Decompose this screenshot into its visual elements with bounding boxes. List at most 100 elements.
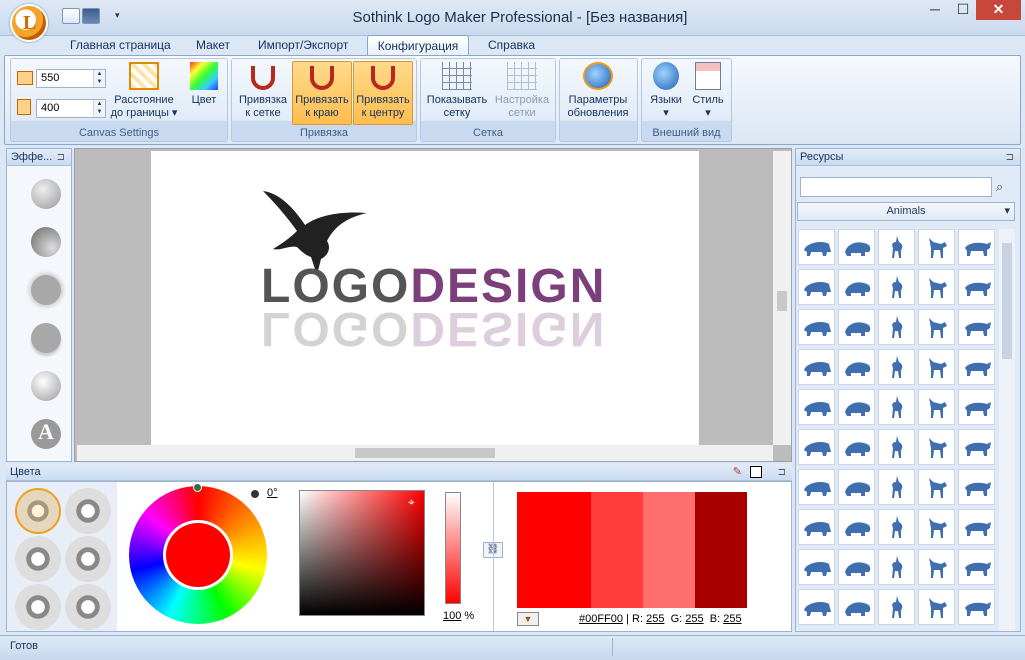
tab-layout[interactable]: Макет — [188, 35, 238, 55]
maximize-button[interactable]: ☐ — [946, 0, 980, 20]
animal-resource-icon[interactable] — [918, 269, 955, 305]
animal-resource-icon[interactable] — [918, 229, 955, 265]
animal-resource-icon[interactable] — [958, 429, 995, 465]
resources-search-input[interactable] — [800, 177, 992, 197]
animal-resource-icon[interactable] — [878, 229, 915, 265]
snap-to-edge-button[interactable]: Привязать к краю — [292, 61, 352, 125]
show-grid-button[interactable]: Показывать сетку — [424, 62, 490, 120]
animal-resource-icon[interactable] — [918, 509, 955, 545]
qat-customize-icon[interactable]: ▾ — [115, 10, 120, 21]
hscroll-thumb[interactable] — [355, 448, 495, 458]
update-settings-button[interactable]: Параметры обновления — [562, 62, 634, 120]
animal-resource-icon[interactable] — [918, 389, 955, 425]
animal-resource-icon[interactable] — [798, 469, 835, 505]
animal-resource-icon[interactable] — [798, 229, 835, 265]
effect-bevel-1[interactable] — [31, 179, 61, 209]
animal-resource-icon[interactable] — [838, 229, 875, 265]
style-button[interactable]: Стиль ▾ — [688, 62, 728, 120]
color-wheel[interactable] — [129, 483, 267, 624]
animal-resource-icon[interactable] — [878, 549, 915, 585]
height-spinner[interactable]: ▲ ▼ — [93, 100, 105, 117]
swatch-4[interactable] — [695, 492, 747, 608]
fill-type-1[interactable] — [15, 488, 61, 534]
canvas-page[interactable]: LOGODESIGN LOGODESIGN — [151, 151, 699, 445]
tab-configuration[interactable]: Конфигурация — [367, 35, 469, 55]
swatch-1[interactable] — [517, 492, 592, 608]
animal-resource-icon[interactable] — [878, 509, 915, 545]
animal-resource-icon[interactable] — [798, 589, 835, 625]
animal-resource-icon[interactable] — [918, 349, 955, 385]
animal-resource-icon[interactable] — [878, 349, 915, 385]
search-icon[interactable]: ⌕ — [996, 179, 1003, 195]
save-icon[interactable] — [82, 8, 100, 24]
app-menu-logo-button[interactable]: L — [10, 4, 48, 42]
effect-gradient[interactable] — [31, 371, 61, 401]
animal-resource-icon[interactable] — [958, 549, 995, 585]
animal-resource-icon[interactable] — [918, 309, 955, 345]
swatch-2[interactable] — [591, 492, 644, 608]
animal-resource-icon[interactable] — [878, 389, 915, 425]
animal-resource-icon[interactable] — [958, 229, 995, 265]
resources-scrollbar[interactable] — [999, 229, 1015, 631]
hex-value[interactable]: #00FF00 — [579, 613, 623, 625]
languages-button[interactable]: Языки ▾ — [646, 62, 686, 120]
snap-to-grid-button[interactable]: Привязка к сетке — [235, 62, 291, 126]
animal-resource-icon[interactable] — [798, 349, 835, 385]
animal-resource-icon[interactable] — [878, 269, 915, 305]
effect-shadow[interactable] — [31, 323, 61, 353]
animal-resource-icon[interactable] — [798, 509, 835, 545]
pin-icon[interactable]: ⊐ — [778, 464, 786, 481]
animal-resource-icon[interactable] — [958, 509, 995, 545]
canvas-width-input[interactable]: 550 ▲ ▼ — [36, 69, 106, 88]
animal-resource-icon[interactable] — [838, 349, 875, 385]
pin-icon[interactable]: ⊐ — [1006, 149, 1014, 166]
category-select[interactable]: Animals ▾ — [797, 202, 1015, 221]
b-value[interactable]: 255 — [723, 613, 741, 625]
saturation-brightness-picker[interactable]: ⌖ — [299, 490, 425, 616]
animal-resource-icon[interactable] — [878, 469, 915, 505]
animal-resource-icon[interactable] — [798, 549, 835, 585]
animal-resource-icon[interactable] — [798, 389, 835, 425]
effect-bevel-2[interactable] — [31, 227, 61, 257]
animal-resource-icon[interactable] — [918, 469, 955, 505]
animal-resource-icon[interactable] — [958, 389, 995, 425]
hue-handle[interactable] — [193, 483, 202, 492]
angle-value[interactable]: 0° — [267, 487, 278, 499]
color-button[interactable]: Цвет — [186, 62, 222, 107]
animal-resource-icon[interactable] — [878, 429, 915, 465]
animal-resource-icon[interactable] — [838, 509, 875, 545]
animal-resource-icon[interactable] — [838, 269, 875, 305]
animal-resource-icon[interactable] — [878, 589, 915, 625]
close-button[interactable]: ✕ — [976, 0, 1021, 20]
tab-import-export[interactable]: Импорт/Экспорт — [250, 35, 356, 55]
alpha-value[interactable]: 100 — [443, 610, 461, 622]
canvas-vertical-scrollbar[interactable] — [773, 151, 791, 445]
width-spinner[interactable]: ▲ ▼ — [93, 70, 105, 87]
tab-help[interactable]: Справка — [480, 35, 543, 55]
animal-resource-icon[interactable] — [918, 589, 955, 625]
animal-resource-icon[interactable] — [838, 309, 875, 345]
grid-settings-button[interactable]: Настройка сетки — [492, 62, 552, 120]
animal-resource-icon[interactable] — [798, 429, 835, 465]
animal-resource-icon[interactable] — [838, 469, 875, 505]
swatch-dropdown-icon[interactable]: ▼ — [517, 612, 539, 626]
animal-resource-icon[interactable] — [838, 549, 875, 585]
new-document-icon[interactable] — [62, 8, 80, 24]
animal-resource-icon[interactable] — [798, 269, 835, 305]
vscroll-thumb[interactable] — [777, 291, 787, 311]
animal-resource-icon[interactable] — [918, 549, 955, 585]
effect-glow[interactable] — [31, 275, 61, 305]
fill-type-2[interactable] — [65, 488, 111, 534]
picker-crosshair-icon[interactable]: ⌖ — [408, 495, 415, 510]
pin-icon[interactable]: ⊐ — [57, 149, 65, 166]
g-value[interactable]: 255 — [685, 613, 703, 625]
animal-resource-icon[interactable] — [838, 589, 875, 625]
effect-text[interactable]: A — [31, 419, 61, 449]
fill-type-5[interactable] — [15, 584, 61, 630]
canvas-height-input[interactable]: 400 ▲ ▼ — [36, 99, 106, 118]
animal-resource-icon[interactable] — [838, 389, 875, 425]
swatch-3[interactable] — [643, 492, 696, 608]
animal-resource-icon[interactable] — [958, 349, 995, 385]
r-value[interactable]: 255 — [646, 613, 664, 625]
fill-type-3[interactable] — [15, 536, 61, 582]
